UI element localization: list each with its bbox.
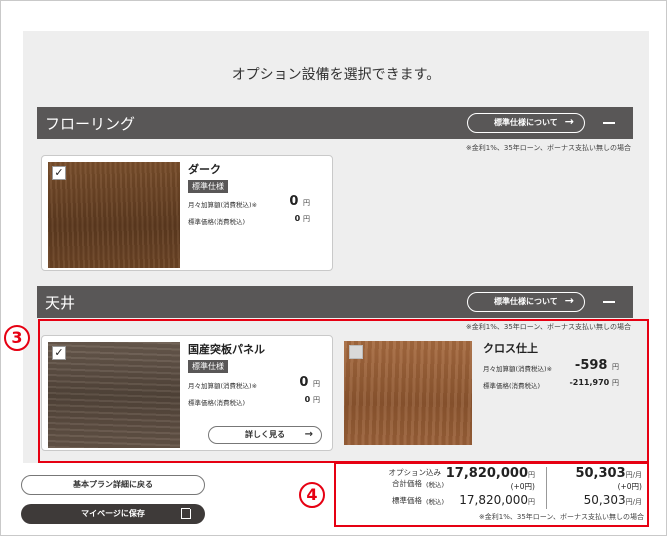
save-to-mypage-button[interactable]: マイページに保存 [21, 504, 205, 524]
collapse-icon[interactable] [603, 301, 615, 303]
section-title: フローリング [45, 115, 136, 133]
std-price-label: 標準価格(消費税込) [188, 218, 246, 226]
total-label-1: オプション込み [388, 468, 442, 477]
monthly-diff: (+0円) [617, 482, 642, 491]
page-frame: オプション設備を選択できます。 フローリング 標準仕様について → ※金利1%、… [0, 0, 667, 536]
total-price-diff: (+0円) [510, 482, 535, 491]
marker-3: 3 [4, 325, 30, 351]
arrow-right-icon: → [564, 294, 574, 307]
standard-spec-button[interactable]: 標準仕様について → [467, 113, 585, 133]
collapse-icon[interactable] [603, 122, 615, 124]
option-image [48, 162, 180, 268]
export-icon [181, 504, 195, 519]
save-label: マイページに保存 [81, 509, 145, 518]
std-price-label: 標準価格 [392, 496, 422, 505]
monthly-std-value: 50,303円/月 [583, 493, 642, 507]
summary-divider [546, 467, 547, 509]
page-headline: オプション設備を選択できます。 [231, 67, 441, 83]
tax-in-label: (税込) [426, 498, 445, 506]
total-label-2: 合計価格 [392, 479, 422, 488]
tax-in-label: (税込) [426, 481, 445, 489]
back-to-plan-button[interactable]: 基本プラン詳細に戻る [21, 475, 205, 495]
option-checkbox[interactable]: ✓ [52, 166, 66, 180]
option-card-dark[interactable]: ✓ ダーク 標準仕様 月々加算額(消費税込)※ 0 円 標準価格(消費税込) 0… [41, 155, 333, 271]
std-price-value: 0 円 [294, 214, 310, 223]
std-price-value: 17,820,000円 [459, 493, 535, 507]
monthly-add-label: 月々加算額(消費税込)※ [188, 201, 258, 209]
section-header-flooring[interactable]: フローリング 標準仕様について → [37, 107, 633, 139]
option-name: ダーク [188, 163, 221, 176]
section-header-ceiling[interactable]: 天井 標準仕様について → [37, 286, 633, 318]
loan-note: ※金利1%、35年ローン、ボーナス支払い無しの場合 [465, 144, 631, 152]
monthly-total-value: 50,303円/月 [575, 466, 642, 481]
arrow-right-icon: → [564, 115, 574, 128]
marker-4: 4 [299, 482, 325, 508]
standard-spec-label: 標準仕様について [494, 297, 558, 306]
total-price-value: 17,820,000円 [445, 466, 535, 481]
highlight-box-3 [38, 319, 649, 463]
standard-badge: 標準仕様 [188, 180, 228, 193]
summary-loan-note: ※金利1%、35年ローン、ボーナス支払い無しの場合 [478, 513, 644, 521]
section-title: 天井 [45, 294, 76, 312]
standard-spec-label: 標準仕様について [494, 118, 558, 127]
monthly-add-value: 0 円 [289, 194, 310, 209]
standard-spec-button[interactable]: 標準仕様について → [467, 292, 585, 312]
